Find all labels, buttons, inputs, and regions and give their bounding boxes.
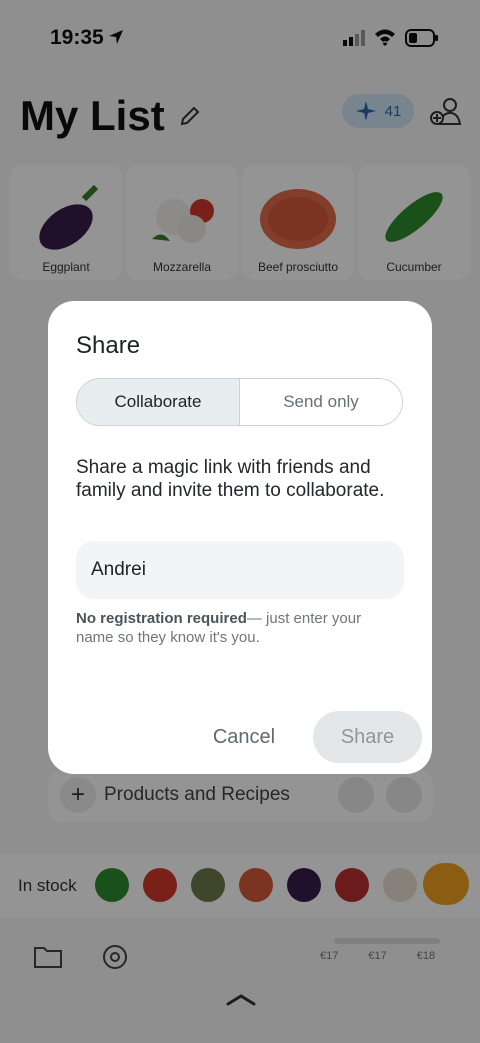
dialog-description: Share a magic link with friends and fami… [76, 457, 385, 501]
note-bold: No registration required [76, 610, 247, 627]
tab-send-only[interactable]: Send only [240, 379, 402, 425]
dialog-title: Share [76, 332, 141, 359]
dialog-note: No registration required— just enter you… [76, 609, 396, 647]
cancel-button[interactable]: Cancel [204, 713, 284, 761]
name-input[interactable] [76, 541, 404, 599]
tab-collaborate[interactable]: Collaborate [77, 379, 240, 425]
share-button[interactable]: Share [313, 711, 422, 763]
share-dialog: Share Collaborate Send only Share a magi… [48, 301, 432, 774]
share-mode-toggle: Collaborate Send only [76, 378, 403, 426]
